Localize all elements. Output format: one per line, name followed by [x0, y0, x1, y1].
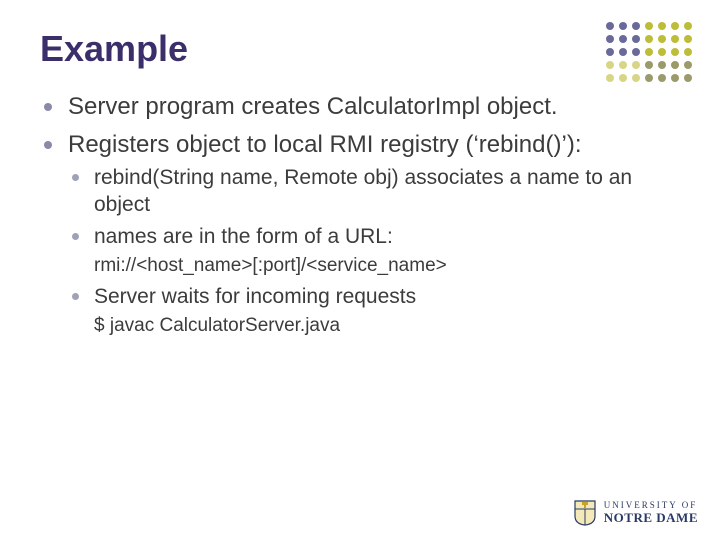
decor-dot	[658, 22, 666, 30]
decor-dot	[684, 35, 692, 43]
decor-dot	[645, 61, 653, 69]
decor-dot	[684, 61, 692, 69]
decor-dot	[645, 22, 653, 30]
decor-dot	[632, 74, 640, 82]
decor-dot	[606, 48, 614, 56]
decor-dot	[671, 22, 679, 30]
decor-dot	[671, 61, 679, 69]
decor-dot	[671, 35, 679, 43]
decor-dot	[632, 61, 640, 69]
footer-logo: UNIVERSITY OF NOTRE DAME	[574, 500, 698, 526]
sub-bullet-list: rebind(String name, Remote obj) associat…	[68, 164, 680, 339]
slide: Example Server program creates Calculato…	[0, 0, 720, 540]
decor-dot	[606, 74, 614, 82]
sub-bullet-item: Server waits for incoming requests	[68, 283, 680, 310]
decor-dot	[645, 74, 653, 82]
decor-dot	[619, 22, 627, 30]
decor-dot	[645, 35, 653, 43]
decor-dot	[658, 74, 666, 82]
decor-dot	[684, 74, 692, 82]
decor-dot	[606, 22, 614, 30]
decorative-dot-grid	[606, 22, 694, 84]
decor-dot	[606, 61, 614, 69]
decor-dot	[645, 48, 653, 56]
decor-dot	[619, 48, 627, 56]
decor-dot	[632, 48, 640, 56]
decor-dot	[619, 35, 627, 43]
decor-dot	[684, 48, 692, 56]
decor-dot	[619, 61, 627, 69]
sub-bullet-item: rebind(String name, Remote obj) associat…	[68, 164, 680, 219]
decor-dot	[658, 61, 666, 69]
decor-dot	[606, 35, 614, 43]
logo-line2: NOTRE DAME	[604, 511, 698, 525]
university-wordmark: UNIVERSITY OF NOTRE DAME	[604, 501, 698, 524]
decor-dot	[684, 22, 692, 30]
decor-dot	[671, 48, 679, 56]
sub-bullet-code: $ javac CalculatorServer.java	[68, 314, 680, 339]
decor-dot	[658, 48, 666, 56]
decor-dot	[658, 35, 666, 43]
decor-dot	[632, 22, 640, 30]
decor-dot	[671, 74, 679, 82]
shield-icon	[574, 500, 596, 526]
bullet-item: Registers object to local RMI registry (…	[40, 130, 680, 339]
decor-dot	[632, 35, 640, 43]
slide-title: Example	[40, 28, 680, 70]
bullet-list: Server program creates CalculatorImpl ob…	[40, 92, 680, 339]
bullet-item: Server program creates CalculatorImpl ob…	[40, 92, 680, 122]
sub-bullet-code: rmi://<host_name>[:port]/<service_name>	[68, 254, 680, 279]
decor-dot	[619, 74, 627, 82]
bullet-text: Registers object to local RMI registry (…	[68, 131, 581, 158]
sub-bullet-item: names are in the form of a URL:	[68, 223, 680, 250]
